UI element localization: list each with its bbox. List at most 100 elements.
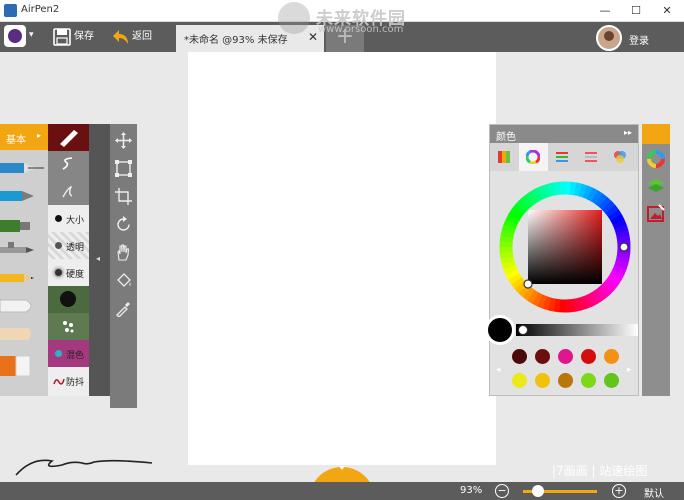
color-swatch[interactable] bbox=[581, 349, 596, 364]
swatch-prev-icon[interactable]: ◂ bbox=[496, 365, 501, 375]
brush-category-selector[interactable]: 基本 ▸ bbox=[0, 124, 48, 150]
close-button[interactable]: ✕ bbox=[652, 0, 682, 22]
hardness-label: 硬度 bbox=[66, 270, 85, 280]
scatter-dots-icon bbox=[63, 321, 74, 333]
crayon-icon[interactable] bbox=[0, 324, 44, 344]
eraser-icon[interactable] bbox=[0, 352, 44, 380]
fountain-pen-icon[interactable] bbox=[0, 158, 44, 178]
tab-rgb-sliders[interactable] bbox=[548, 143, 577, 171]
palette-cubes-icon bbox=[498, 151, 510, 163]
hue-handle[interactable] bbox=[619, 242, 629, 252]
zoom-in-button[interactable]: + bbox=[612, 484, 626, 498]
stroke-style-1[interactable] bbox=[48, 151, 89, 178]
crop-icon[interactable] bbox=[115, 188, 132, 205]
app-menu-caret-icon[interactable]: ▾ bbox=[29, 30, 34, 40]
stabilizer-icon bbox=[53, 378, 65, 385]
airpen-signature-logo bbox=[15, 459, 153, 476]
tab-color-wheel[interactable] bbox=[519, 143, 548, 171]
opacity-setting[interactable]: 透明 bbox=[48, 232, 89, 259]
color-swatch[interactable] bbox=[512, 373, 527, 388]
category-arrow-icon: ▸ bbox=[37, 131, 42, 140]
tab-color-mix[interactable] bbox=[606, 143, 635, 171]
expand-panel-icon[interactable]: ▸▸ bbox=[624, 128, 632, 137]
brand-footer-text: |7画画 | 站速绘图 bbox=[552, 464, 648, 478]
color-panel-header: 颜色 ▸▸ bbox=[490, 125, 638, 143]
transform-tool-strip bbox=[110, 124, 137, 408]
move-icon[interactable] bbox=[115, 132, 132, 149]
color-swatch[interactable] bbox=[535, 349, 550, 364]
user-avatar[interactable] bbox=[596, 25, 622, 51]
stroke-style-2[interactable] bbox=[48, 178, 89, 205]
rotate-icon[interactable] bbox=[115, 216, 132, 233]
save-label: 保存 bbox=[74, 31, 94, 42]
save-icon bbox=[53, 28, 71, 46]
eyedropper-icon[interactable] bbox=[115, 300, 132, 317]
rgb-sliders-icon bbox=[556, 152, 568, 162]
color-swatch[interactable] bbox=[604, 349, 619, 364]
color-swatch[interactable] bbox=[604, 373, 619, 388]
back-button[interactable]: 返回 bbox=[110, 26, 160, 48]
stabilizer-setting[interactable]: 防抖 bbox=[48, 367, 89, 396]
watermark-url: www.orsoon.com bbox=[318, 24, 404, 35]
zoom-slider-knob[interactable] bbox=[531, 485, 544, 497]
login-link[interactable]: 登录 bbox=[629, 32, 649, 47]
brush-stroke-icon bbox=[60, 130, 78, 147]
status-bar: 93% − + 默认 bbox=[0, 482, 684, 500]
image-reference-icon[interactable] bbox=[647, 204, 665, 222]
app-icon bbox=[4, 4, 17, 17]
rail-top-accent bbox=[642, 124, 670, 144]
marker-icon[interactable] bbox=[0, 216, 44, 236]
fill-bucket-icon[interactable] bbox=[115, 272, 132, 289]
swatch-next-icon[interactable]: ▸ bbox=[627, 365, 632, 375]
airpen-logo-icon[interactable] bbox=[4, 25, 26, 47]
document-tab-label: *未命名 @93% 未保存 bbox=[184, 35, 288, 46]
hardness-dot-icon bbox=[55, 269, 62, 276]
minimize-button[interactable]: — bbox=[590, 0, 620, 22]
texture-preview-2[interactable] bbox=[48, 313, 89, 340]
current-color-swatch[interactable] bbox=[485, 315, 515, 345]
airbrush-icon[interactable] bbox=[0, 240, 44, 260]
color-swatch[interactable] bbox=[558, 373, 573, 388]
transform-icon[interactable] bbox=[115, 160, 132, 177]
hue-wheel[interactable] bbox=[495, 177, 635, 317]
color-wheel-icon bbox=[526, 150, 540, 164]
blend-setting[interactable]: 混色 bbox=[48, 340, 89, 367]
tab-palette[interactable] bbox=[490, 143, 519, 171]
swatch-grid: ◂ ▸ bbox=[490, 343, 638, 397]
stroke-texture-icon bbox=[62, 185, 73, 198]
size-setting[interactable]: 大小 bbox=[48, 205, 89, 232]
color-panel: 颜色 ▸▸ ◂ ▸ bbox=[485, 124, 639, 397]
panel-switcher-rail bbox=[642, 124, 670, 396]
pencil-icon[interactable] bbox=[0, 268, 44, 288]
hardness-setting[interactable]: 硬度 bbox=[48, 259, 89, 286]
sv-handle[interactable] bbox=[523, 279, 533, 289]
color-mix-icon bbox=[614, 151, 626, 163]
watermark-logo-icon bbox=[278, 2, 310, 34]
brush-category-label: 基本 bbox=[6, 135, 26, 146]
color-wheel-panel-icon[interactable] bbox=[647, 150, 665, 168]
maximize-button[interactable]: ☐ bbox=[621, 0, 651, 22]
calligraphy-pen-icon[interactable] bbox=[0, 186, 44, 206]
tab-hsv-sliders[interactable] bbox=[577, 143, 606, 171]
save-button[interactable]: 保存 bbox=[52, 26, 96, 48]
brightness-slider[interactable] bbox=[516, 324, 638, 336]
texture-blob-icon bbox=[60, 291, 76, 307]
brightness-handle[interactable] bbox=[518, 325, 528, 335]
brush-preview-calligraphy[interactable] bbox=[48, 124, 89, 151]
chalk-icon[interactable] bbox=[0, 296, 44, 316]
color-swatch[interactable] bbox=[535, 373, 550, 388]
window-title: AirPen2 bbox=[21, 4, 60, 15]
color-swatch[interactable] bbox=[581, 373, 596, 388]
site-watermark: 未来软件园 www.orsoon.com bbox=[278, 2, 438, 38]
layers-icon[interactable] bbox=[647, 177, 665, 195]
collapse-arrow-icon: ◂ bbox=[96, 254, 101, 263]
drawing-canvas[interactable] bbox=[188, 52, 496, 465]
color-swatch[interactable] bbox=[558, 349, 573, 364]
color-swatch[interactable] bbox=[512, 349, 527, 364]
hand-icon[interactable] bbox=[115, 244, 132, 261]
zoom-out-button[interactable]: − bbox=[495, 484, 509, 498]
default-zoom-button[interactable]: 默认 bbox=[644, 485, 664, 500]
texture-preview-1[interactable] bbox=[48, 286, 89, 313]
panel-collapse-strip[interactable]: ◂ bbox=[89, 124, 110, 396]
blend-dot-icon bbox=[55, 350, 62, 357]
